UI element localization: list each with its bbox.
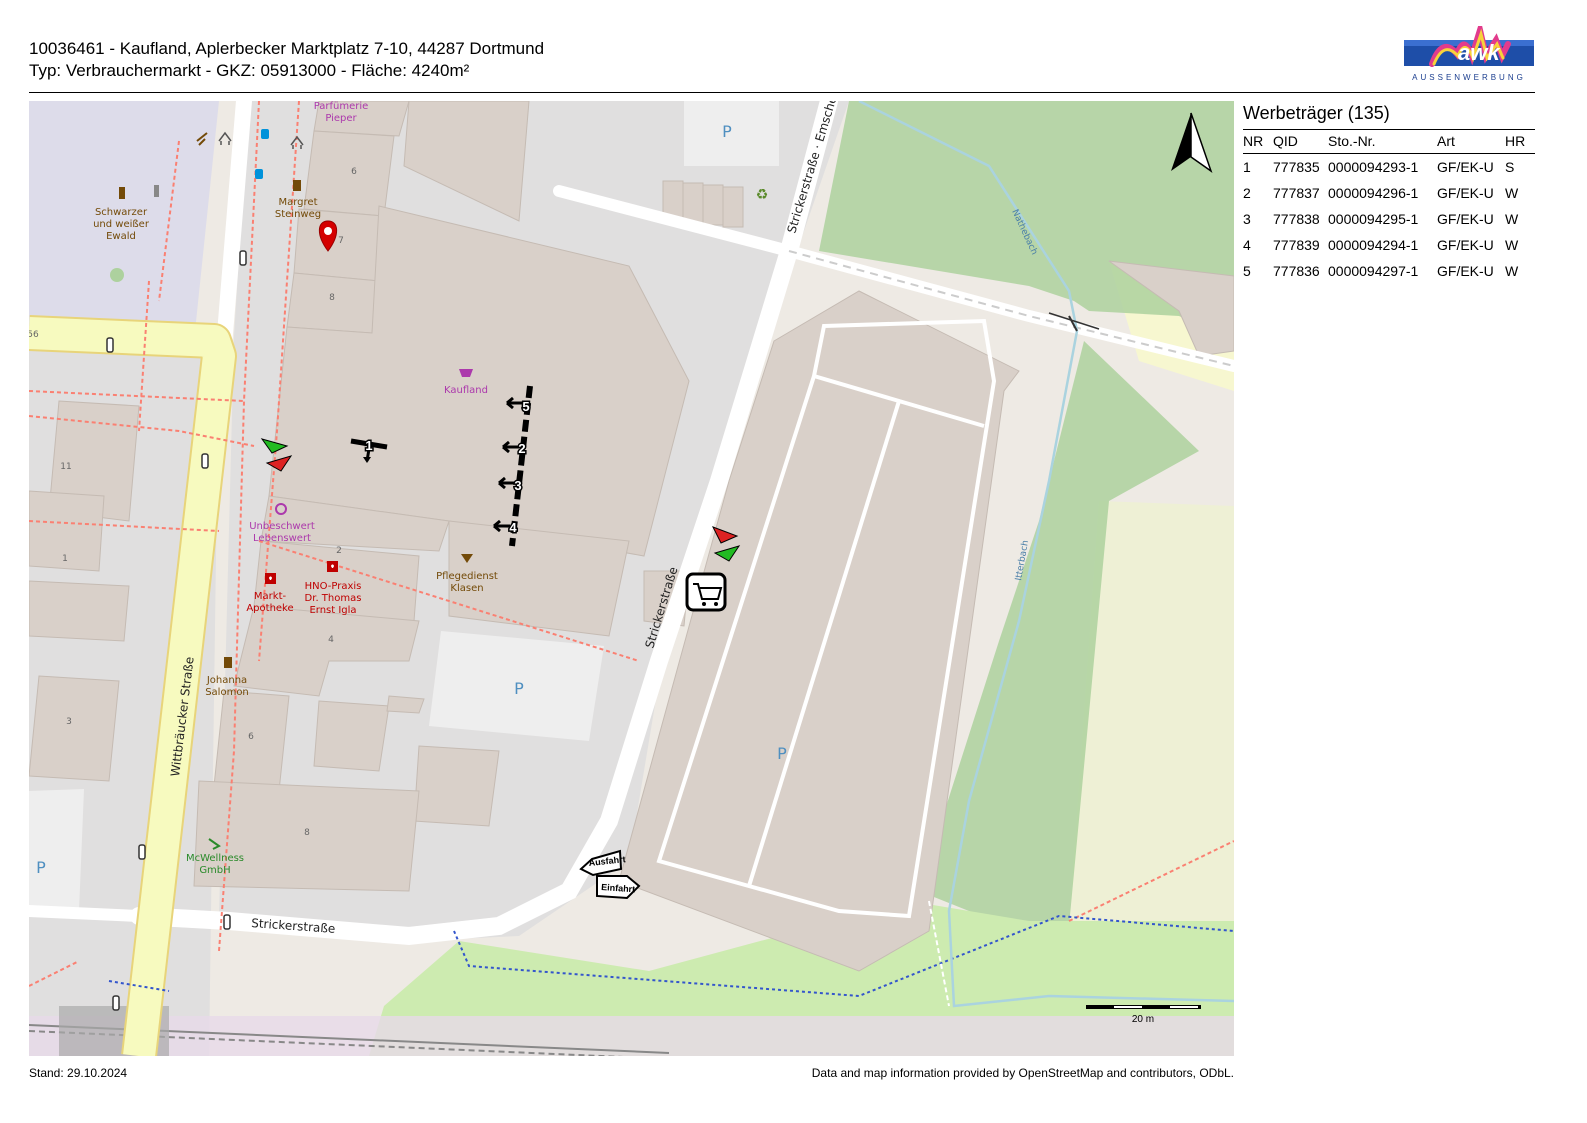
attribution: Data and map information provided by Ope…: [811, 1066, 1234, 1080]
marker-4: 4: [509, 520, 517, 535]
parking-label-1: P: [722, 122, 732, 141]
poi-apotheke-2: Apotheke: [246, 603, 293, 614]
poi-unbeschwert-2: Lebenswert: [253, 533, 311, 544]
svg-text:8: 8: [304, 828, 310, 838]
parking-label-3: P: [777, 744, 787, 763]
poi-margret-1: Margret: [278, 197, 317, 208]
awk-logo: awk AUSSENWERBUNG: [1402, 18, 1536, 86]
table-header: NR QID Sto.-Nr. Art HR: [1243, 130, 1535, 154]
svg-text:20 m: 20 m: [1132, 1014, 1154, 1025]
header-divider: [29, 92, 1535, 93]
svg-text:11: 11: [60, 462, 71, 472]
poi-hno-2: Dr. Thomas: [305, 593, 362, 604]
poi-hno-1: HNO-Praxis: [305, 581, 362, 592]
svg-text:3: 3: [66, 717, 72, 727]
stand-date: Stand: 29.10.2024: [29, 1066, 128, 1080]
svg-text:1: 1: [62, 554, 68, 564]
awk-logo-mark: awk: [1404, 18, 1534, 67]
svg-text:awk: awk: [1458, 40, 1501, 65]
svg-text:2: 2: [336, 546, 342, 556]
table-row[interactable]: 1 777835 0000094293-1 GF/EK-U S: [1243, 154, 1535, 181]
col-hr: HR: [1505, 130, 1535, 154]
parking-label-4: P: [36, 858, 46, 877]
col-art: Art: [1437, 130, 1505, 154]
poi-mcwellness-2: GmbH: [199, 865, 230, 876]
table-row[interactable]: 3 777838 0000094295-1 GF/EK-U W: [1243, 206, 1535, 232]
poi-mcwellness-1: McWellness: [186, 853, 244, 864]
marker-5: 5: [522, 399, 529, 414]
col-sto: Sto.-Nr.: [1328, 130, 1437, 154]
table-row[interactable]: 2 777837 0000094296-1 GF/EK-U W: [1243, 180, 1535, 206]
svg-text:6: 6: [351, 167, 357, 177]
table-row[interactable]: 4 777839 0000094294-1 GF/EK-U W: [1243, 232, 1535, 258]
logo-subtitle: AUSSENWERBUNG: [1412, 73, 1526, 82]
poi-kaufland: Kaufland: [444, 385, 488, 396]
poi-apotheke-1: Markt-: [254, 591, 287, 602]
marker-1: 1: [365, 438, 372, 453]
marker-3: 3: [514, 478, 521, 493]
svg-text:7: 7: [338, 236, 344, 246]
poi-parfuemerie-1: Parfümerie: [314, 101, 369, 112]
poi-schwarzer-1: Schwarzer: [95, 207, 148, 218]
poi-schwarzer-3: Ewald: [106, 231, 136, 242]
marker-2: 2: [518, 441, 525, 456]
poi-hno-3: Ernst Igla: [309, 605, 356, 616]
poi-johanna-1: Johanna: [206, 675, 247, 686]
title-line-1: 10036461 - Kaufland, Aplerbecker Marktpl…: [29, 39, 545, 58]
svg-text:6: 6: [248, 732, 254, 742]
svg-text:8: 8: [329, 293, 335, 303]
shopping-cart-icon: [685, 572, 727, 612]
poi-schwarzer-2: und weißer: [93, 219, 150, 230]
svg-text:56: 56: [29, 330, 39, 340]
panel-title: Werbeträger (135): [1243, 101, 1535, 130]
svg-text:♻: ♻: [756, 186, 769, 202]
poi-unbeschwert-1: Unbeschwert: [249, 521, 315, 532]
poi-parfuemerie-2: Pieper: [325, 113, 357, 124]
col-nr: NR: [1243, 130, 1273, 154]
table-row[interactable]: 5 777836 0000094297-1 GF/EK-U W: [1243, 258, 1535, 284]
poi-margret-2: Steinweg: [275, 209, 321, 220]
svg-text:4: 4: [328, 635, 334, 645]
page-title: 10036461 - Kaufland, Aplerbecker Marktpl…: [29, 38, 544, 82]
railway-area: [29, 1016, 1234, 1056]
map-svg[interactable]: Wittbräucker Straße Strickerstraße Stric…: [29, 101, 1234, 1056]
poi-pflegedienst-1: Pflegedienst: [436, 571, 498, 582]
poi-johanna-2: Salomon: [205, 687, 249, 698]
parking-label-2: P: [514, 679, 524, 698]
poi-pflegedienst-2: Klasen: [450, 583, 483, 594]
werbetraeger-table: NR QID Sto.-Nr. Art HR 1 777835 0000094293…: [1243, 130, 1535, 284]
map-canvas[interactable]: Wittbräucker Straße Strickerstraße Stric…: [29, 101, 1234, 1056]
advertising-panel: Werbeträger (135) NR QID Sto.-Nr. Art HR…: [1243, 101, 1535, 284]
col-qid: QID: [1273, 130, 1328, 154]
title-line-2: Typ: Verbrauchermarkt - GKZ: 05913000 - …: [29, 61, 470, 80]
